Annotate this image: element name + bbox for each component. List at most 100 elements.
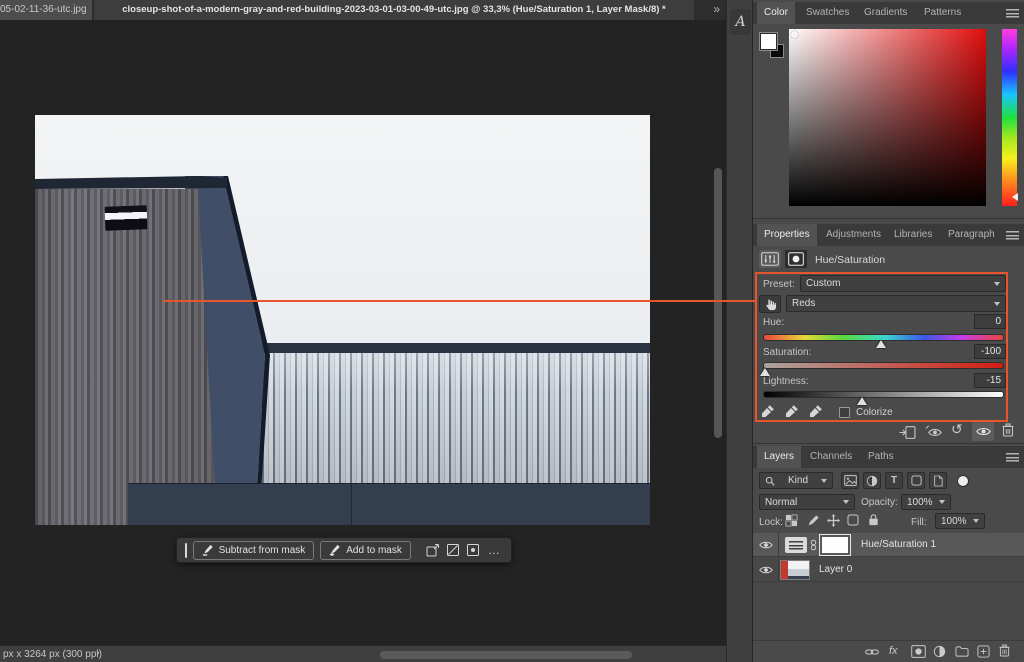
tab-paths[interactable]: Paths (861, 446, 901, 468)
lightness-value-field[interactable]: -15 (974, 373, 1006, 388)
filter-shape-layers-button[interactable] (907, 472, 925, 489)
lock-all-button[interactable] (867, 513, 880, 526)
layer-effects-button[interactable]: fx (889, 645, 898, 657)
document-tab-active[interactable]: closeup-shot-of-a-modern-gray-and-red-bu… (94, 0, 694, 20)
fonts-panel-icon[interactable]: A (730, 9, 751, 35)
toggle-visibility-button[interactable] (972, 422, 994, 441)
lightness-slider-thumb[interactable] (857, 397, 867, 405)
hue-ramp-slider[interactable] (1012, 193, 1018, 201)
tab-swatches[interactable]: Swatches (799, 2, 856, 24)
tab-paragraph[interactable]: Paragraph (941, 224, 1002, 246)
targeted-adjustment-button[interactable] (759, 295, 781, 313)
reset-adjustment-button[interactable]: ↺ (951, 421, 963, 438)
canvas-horizontal-scrollbar[interactable] (380, 651, 632, 659)
eyedropper-minus-icon (809, 404, 823, 418)
layer-visibility-toggle[interactable] (753, 558, 779, 582)
clip-to-layer-button[interactable] (899, 425, 916, 440)
tab-adjustments[interactable]: Adjustments (819, 224, 888, 246)
filter-smart-objects-button[interactable] (929, 472, 947, 489)
eyedropper-icon (761, 404, 775, 418)
canvas-area: Subtract from mask Add to mask … px x 32… (0, 20, 726, 662)
subtract-from-mask-button[interactable]: Subtract from mask (193, 541, 315, 560)
opacity-dropdown[interactable]: 100% (901, 494, 951, 510)
checkerboard-icon (785, 514, 798, 527)
mask-settings-icon (466, 543, 480, 557)
adjustment-layer-thumbnail[interactable] (785, 537, 807, 553)
layer-visibility-toggle[interactable] (753, 533, 779, 557)
document-canvas-image[interactable] (35, 115, 650, 525)
hue-value-field[interactable]: 0 (974, 314, 1006, 329)
eyedropper-button[interactable] (761, 404, 777, 420)
channel-dropdown[interactable]: Reds (786, 295, 1006, 312)
mask-settings-button[interactable] (466, 541, 480, 559)
fill-dropdown[interactable]: 100% (935, 513, 985, 529)
contextual-mask-toolbar: Subtract from mask Add to mask … (176, 537, 512, 563)
tab-channels[interactable]: Channels (803, 446, 859, 468)
layer-mask-thumbnail[interactable] (819, 535, 851, 555)
panel-menu-icon[interactable] (1006, 453, 1019, 462)
trash-icon (999, 644, 1010, 657)
link-layers-button[interactable] (865, 648, 879, 656)
tab-gradients[interactable]: Gradients (857, 2, 914, 24)
tab-color[interactable]: Color (757, 2, 795, 24)
lightness-slider-track[interactable] (763, 391, 1004, 398)
color-field-cursor[interactable] (791, 31, 798, 38)
panel-menu-icon[interactable] (1006, 9, 1019, 18)
layer-filter-toggle[interactable] (957, 475, 969, 487)
saturation-value-field[interactable]: -100 (974, 344, 1006, 359)
tab-patterns[interactable]: Patterns (917, 2, 968, 24)
foreground-color-swatch[interactable] (759, 32, 778, 51)
document-tab-inactive[interactable]: 05-02-11-36-utc.jpg (0, 0, 92, 20)
saturation-slider-thumb[interactable] (760, 368, 770, 376)
layer-image-thumbnail[interactable] (780, 560, 810, 580)
saturation-label: Saturation: (763, 347, 811, 358)
colorize-checkbox[interactable] (839, 407, 850, 418)
status-expand-icon[interactable]: › (96, 647, 100, 659)
panel-menu-icon[interactable] (1006, 231, 1019, 240)
new-layer-button[interactable] (977, 645, 990, 658)
invert-mask-button[interactable] (426, 541, 440, 559)
hue-ramp[interactable] (1002, 29, 1017, 206)
filter-type-layers-button[interactable]: T (885, 472, 903, 489)
lock-pixels-button[interactable] (807, 514, 820, 527)
plus-square-icon (977, 645, 990, 658)
lock-position-button[interactable] (827, 514, 840, 527)
saturation-slider-track[interactable] (763, 362, 1004, 369)
more-options-button[interactable]: … (486, 543, 503, 557)
new-adjustment-layer-button[interactable] (933, 645, 946, 658)
eye-icon (759, 565, 773, 575)
filter-pixel-layers-button[interactable] (841, 472, 859, 489)
mask-badge[interactable] (785, 250, 807, 268)
new-group-button[interactable] (955, 645, 969, 658)
layer-mask-icon (788, 252, 804, 266)
blend-mode-dropdown[interactable]: Normal (759, 494, 855, 510)
tab-libraries[interactable]: Libraries (887, 224, 939, 246)
toolbar-drag-handle[interactable] (185, 543, 187, 558)
lock-transparency-button[interactable] (785, 514, 798, 527)
layer-row-layer0[interactable]: Layer 0 (753, 558, 1024, 582)
lock-artboard-button[interactable] (847, 514, 859, 526)
delete-adjustment-button[interactable] (1002, 423, 1014, 437)
layer-row-hue-saturation[interactable]: Hue/Saturation 1 (753, 533, 1024, 557)
document-tab-bar: 05-02-11-36-utc.jpg closeup-shot-of-a-mo… (0, 0, 726, 20)
layer-name[interactable]: Hue/Saturation 1 (861, 539, 936, 550)
type-filter-icon: T (891, 475, 897, 486)
layer-name[interactable]: Layer 0 (819, 564, 852, 575)
tab-overflow-icon[interactable]: » (713, 0, 720, 20)
eyedropper-add-button[interactable] (785, 404, 801, 420)
add-layer-mask-button[interactable] (911, 645, 926, 658)
add-to-mask-button[interactable]: Add to mask (320, 541, 411, 560)
view-previous-state-button[interactable] (925, 424, 944, 439)
hue-slider-thumb[interactable] (876, 340, 886, 348)
chevron-down-icon (843, 500, 849, 504)
filter-adjustment-layers-button[interactable] (863, 472, 881, 489)
preset-dropdown[interactable]: Custom (800, 275, 1006, 292)
eyedropper-subtract-button[interactable] (809, 404, 825, 420)
tab-layers[interactable]: Layers (757, 446, 801, 468)
layer-filter-dropdown[interactable]: Kind (759, 472, 833, 489)
disable-mask-button[interactable] (446, 541, 460, 559)
delete-layer-button[interactable] (999, 644, 1010, 657)
tab-properties[interactable]: Properties (757, 224, 817, 246)
color-saturation-field[interactable] (789, 29, 986, 206)
canvas-vertical-scrollbar[interactable] (714, 168, 722, 438)
